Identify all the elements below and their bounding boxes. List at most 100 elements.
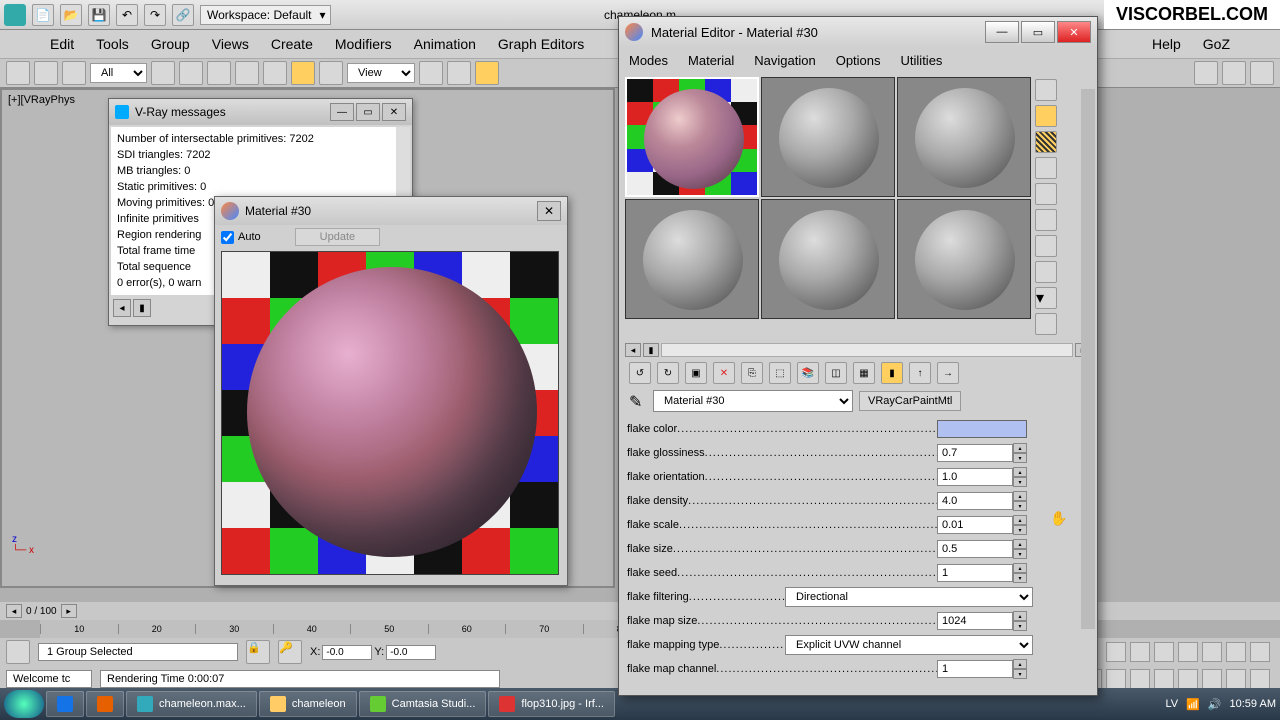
menu-goz[interactable]: GoZ xyxy=(1203,36,1230,52)
show-map-icon[interactable]: ▦ xyxy=(853,362,875,384)
sample-slot-3[interactable] xyxy=(897,77,1031,197)
flake-size-input[interactable] xyxy=(937,540,1013,558)
sample-slot-1[interactable] xyxy=(625,77,759,197)
sample-slot-4[interactable] xyxy=(625,199,759,319)
menu-edit[interactable]: Edit xyxy=(50,36,74,52)
move-icon[interactable] xyxy=(263,61,287,85)
mat-map-nav-icon[interactable] xyxy=(1035,313,1057,335)
mat-id-icon[interactable]: ◫ xyxy=(825,362,847,384)
make-copy-icon[interactable]: ⎘ xyxy=(741,362,763,384)
volume-icon[interactable]: 🔊 xyxy=(1208,698,1222,711)
lock-icon[interactable]: 🔒 xyxy=(246,640,270,664)
spinner[interactable]: ▴▾ xyxy=(1013,563,1027,583)
task-3dsmax[interactable]: chameleon.max... xyxy=(126,691,257,717)
me-menu-options[interactable]: Options xyxy=(836,53,881,68)
new-icon[interactable]: 📄 xyxy=(32,4,54,26)
get-material-icon[interactable]: ↺ xyxy=(629,362,651,384)
spinner[interactable]: ▴▾ xyxy=(1013,467,1027,487)
unlink-icon[interactable] xyxy=(34,61,58,85)
workspace-dropdown[interactable]: Workspace: Default xyxy=(200,5,331,25)
vp-max2-icon[interactable] xyxy=(1250,669,1270,689)
flake-density-input[interactable] xyxy=(937,492,1013,510)
vp-pan2-icon[interactable] xyxy=(1202,669,1222,689)
scroll-thumb[interactable]: ▮ xyxy=(643,343,659,357)
minimize-icon[interactable]: — xyxy=(985,21,1019,43)
maximize-icon[interactable]: ▭ xyxy=(1021,21,1055,43)
select-region-icon[interactable] xyxy=(207,61,231,85)
select-icon[interactable] xyxy=(151,61,175,85)
start-button[interactable] xyxy=(4,690,44,718)
bind-icon[interactable] xyxy=(62,61,86,85)
vp-pan-icon[interactable] xyxy=(1106,669,1126,689)
make-preview-icon[interactable] xyxy=(1035,209,1057,231)
step-icon[interactable] xyxy=(1130,642,1150,662)
render-icon[interactable] xyxy=(1250,61,1274,85)
x-input[interactable] xyxy=(322,645,372,660)
filter-dropdown[interactable]: All xyxy=(90,63,147,83)
flake-mapping-type-dropdown[interactable]: Explicit UVW channel xyxy=(785,635,1033,655)
put-to-lib-icon[interactable]: 📚 xyxy=(797,362,819,384)
redo-icon[interactable]: ↷ xyxy=(144,4,166,26)
flake-map-channel-input[interactable] xyxy=(937,660,1013,678)
task-camtasia[interactable]: Camtasia Studi... xyxy=(359,691,487,717)
manip-icon[interactable] xyxy=(447,61,471,85)
backlight-icon[interactable] xyxy=(1035,105,1057,127)
maxscript-icon[interactable] xyxy=(6,640,30,664)
select-by-mat-icon[interactable] xyxy=(1035,261,1057,283)
nav2-icon[interactable] xyxy=(1250,642,1270,662)
close-icon[interactable]: ✕ xyxy=(1057,21,1091,43)
task-ff[interactable] xyxy=(86,691,124,717)
window-crossing-icon[interactable] xyxy=(235,61,259,85)
material-type-button[interactable]: VRayCarPaintMtl xyxy=(859,391,961,411)
menu-create[interactable]: Create xyxy=(271,36,313,52)
key-mode-icon[interactable] xyxy=(1178,642,1198,662)
flake-scale-input[interactable] xyxy=(937,516,1013,534)
select-name-icon[interactable] xyxy=(179,61,203,85)
flake-orientation-input[interactable] xyxy=(937,468,1013,486)
options-icon[interactable] xyxy=(1035,235,1057,257)
flake-map-size-input[interactable] xyxy=(937,612,1013,630)
maximize-icon[interactable]: ▭ xyxy=(356,103,380,121)
vp-fov-icon[interactable] xyxy=(1226,669,1246,689)
link-icon[interactable]: 🔗 xyxy=(172,4,194,26)
go-parent-icon[interactable]: ↑ xyxy=(909,362,931,384)
menu-group[interactable]: Group xyxy=(151,36,190,52)
vray-titlebar[interactable]: V-Ray messages — ▭ ✕ xyxy=(109,99,412,125)
scroll-left-icon[interactable]: ◂ xyxy=(113,299,131,317)
spinner[interactable]: ▴▾ xyxy=(1013,611,1027,631)
menu-animation[interactable]: Animation xyxy=(414,36,476,52)
matprev-titlebar[interactable]: Material #30 ✕ xyxy=(215,197,567,225)
vp-max-icon[interactable] xyxy=(1154,669,1174,689)
scroll-thumb[interactable]: ▮ xyxy=(133,299,151,317)
assign-icon[interactable]: ▣ xyxy=(685,362,707,384)
sample-slot-5[interactable] xyxy=(761,199,895,319)
time-config-icon[interactable] xyxy=(1202,642,1222,662)
spinner[interactable]: ▴▾ xyxy=(1013,443,1027,463)
system-tray[interactable]: LV 📶 🔊 10:59 AM xyxy=(1165,698,1276,711)
sample-uv-icon[interactable] xyxy=(1035,157,1057,179)
video-check-icon[interactable] xyxy=(1035,183,1057,205)
me-menu-modes[interactable]: Modes xyxy=(629,53,668,68)
render-setup-icon[interactable] xyxy=(1194,61,1218,85)
render-frame-icon[interactable] xyxy=(1222,61,1246,85)
spinner[interactable]: ▴▾ xyxy=(1013,491,1027,511)
reset-icon[interactable]: ✕ xyxy=(713,362,735,384)
close-icon[interactable]: ✕ xyxy=(382,103,406,121)
menu-grapheditors[interactable]: Graph Editors xyxy=(498,36,584,52)
sample-slot-6[interactable] xyxy=(897,199,1031,319)
select-link-icon[interactable] xyxy=(6,61,30,85)
spinner[interactable]: ▴▾ xyxy=(1013,659,1027,679)
spinner[interactable]: ▴▾ xyxy=(1013,539,1027,559)
flake-seed-input[interactable] xyxy=(937,564,1013,582)
update-button[interactable]: Update xyxy=(295,228,380,246)
show-end-result-icon[interactable]: ▮ xyxy=(881,362,903,384)
app-icon[interactable] xyxy=(4,4,26,26)
end-icon[interactable] xyxy=(1154,642,1174,662)
scroll-track[interactable] xyxy=(661,343,1073,357)
me-menu-material[interactable]: Material xyxy=(688,53,734,68)
rotate-icon[interactable] xyxy=(291,61,315,85)
minimize-icon[interactable]: — xyxy=(330,103,354,121)
eyedropper-icon[interactable]: ✎ xyxy=(629,392,647,410)
vp-orbit-icon[interactable] xyxy=(1130,669,1150,689)
go-sibling-icon[interactable]: → xyxy=(937,362,959,384)
